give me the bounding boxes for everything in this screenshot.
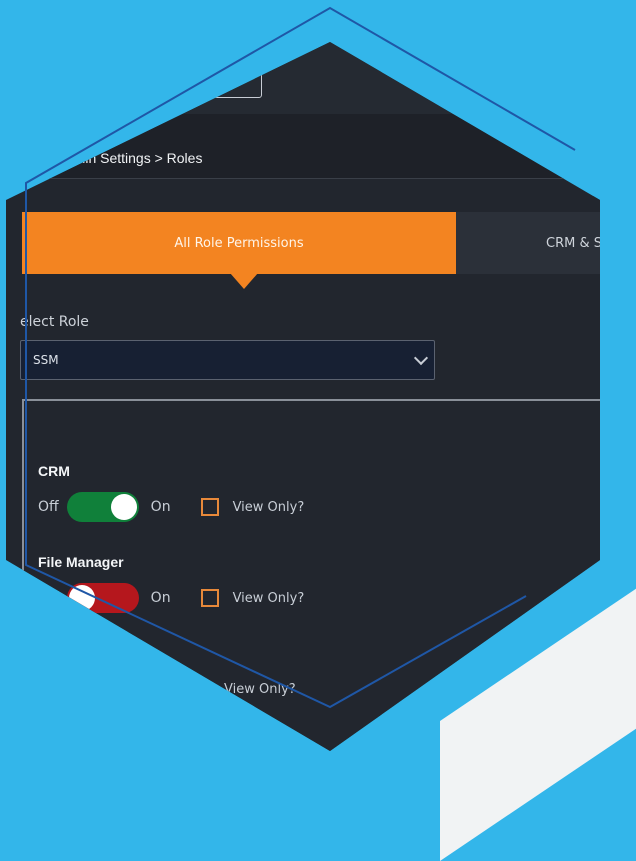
crm-view-only-checkbox[interactable] [200,498,219,516]
tab-label: All Role Permissions [174,235,304,251]
crm-permission-row: Off On View Only? [38,492,304,522]
breadcrumb-bar [6,114,600,179]
right-permission-title-2: Inve [606,554,636,570]
third-permission-title: ...ts [120,644,145,660]
file-manager-view-only-label: View Only? [232,590,305,606]
third-view-only-checkbox[interactable] [192,680,210,698]
file-manager-permission-row: Off On View Only? [38,583,304,613]
file-manager-toggle[interactable] [66,583,139,613]
hexagon-frame: ...min Settings > Roles All Role Permiss… [6,42,636,751]
select-role-label: elect Role [20,314,89,330]
active-tab-indicator [230,273,258,289]
tab-label: CRM & Staf [546,235,620,251]
top-bar [6,42,600,114]
file-manager-on-label: On [150,590,171,606]
toggle-knob [68,585,95,611]
right-permission-off-label-1: Off [606,498,627,514]
third-permission-row: View Only? [162,674,296,704]
file-manager-permission-title: File Manager [38,554,124,570]
right-permission-title-1: Dia [606,463,632,479]
tab-crm-staff[interactable]: CRM & Staf [456,212,620,274]
crm-off-label: Off [38,499,59,515]
crm-permission-title: CRM [38,463,70,479]
third-view-only-label: View Only? [224,681,296,697]
top-action-button[interactable] [180,62,262,98]
chevron-down-icon [413,350,429,366]
file-manager-off-label: Off [38,590,59,606]
crm-view-only-label: View Only? [232,499,305,515]
toggle-knob [110,494,137,520]
section-border-left [22,399,24,751]
tab-all-role-permissions[interactable]: All Role Permissions [22,212,456,274]
file-manager-view-only-checkbox[interactable] [200,589,219,607]
breadcrumb: ...min Settings > Roles [62,150,203,166]
role-select-value: SSM [33,353,59,367]
section-divider [22,399,600,401]
app-screen: ...min Settings > Roles All Role Permiss… [6,42,636,751]
crm-on-label: On [150,499,171,515]
crm-toggle[interactable] [66,492,139,522]
role-select[interactable]: SSM [20,340,435,380]
